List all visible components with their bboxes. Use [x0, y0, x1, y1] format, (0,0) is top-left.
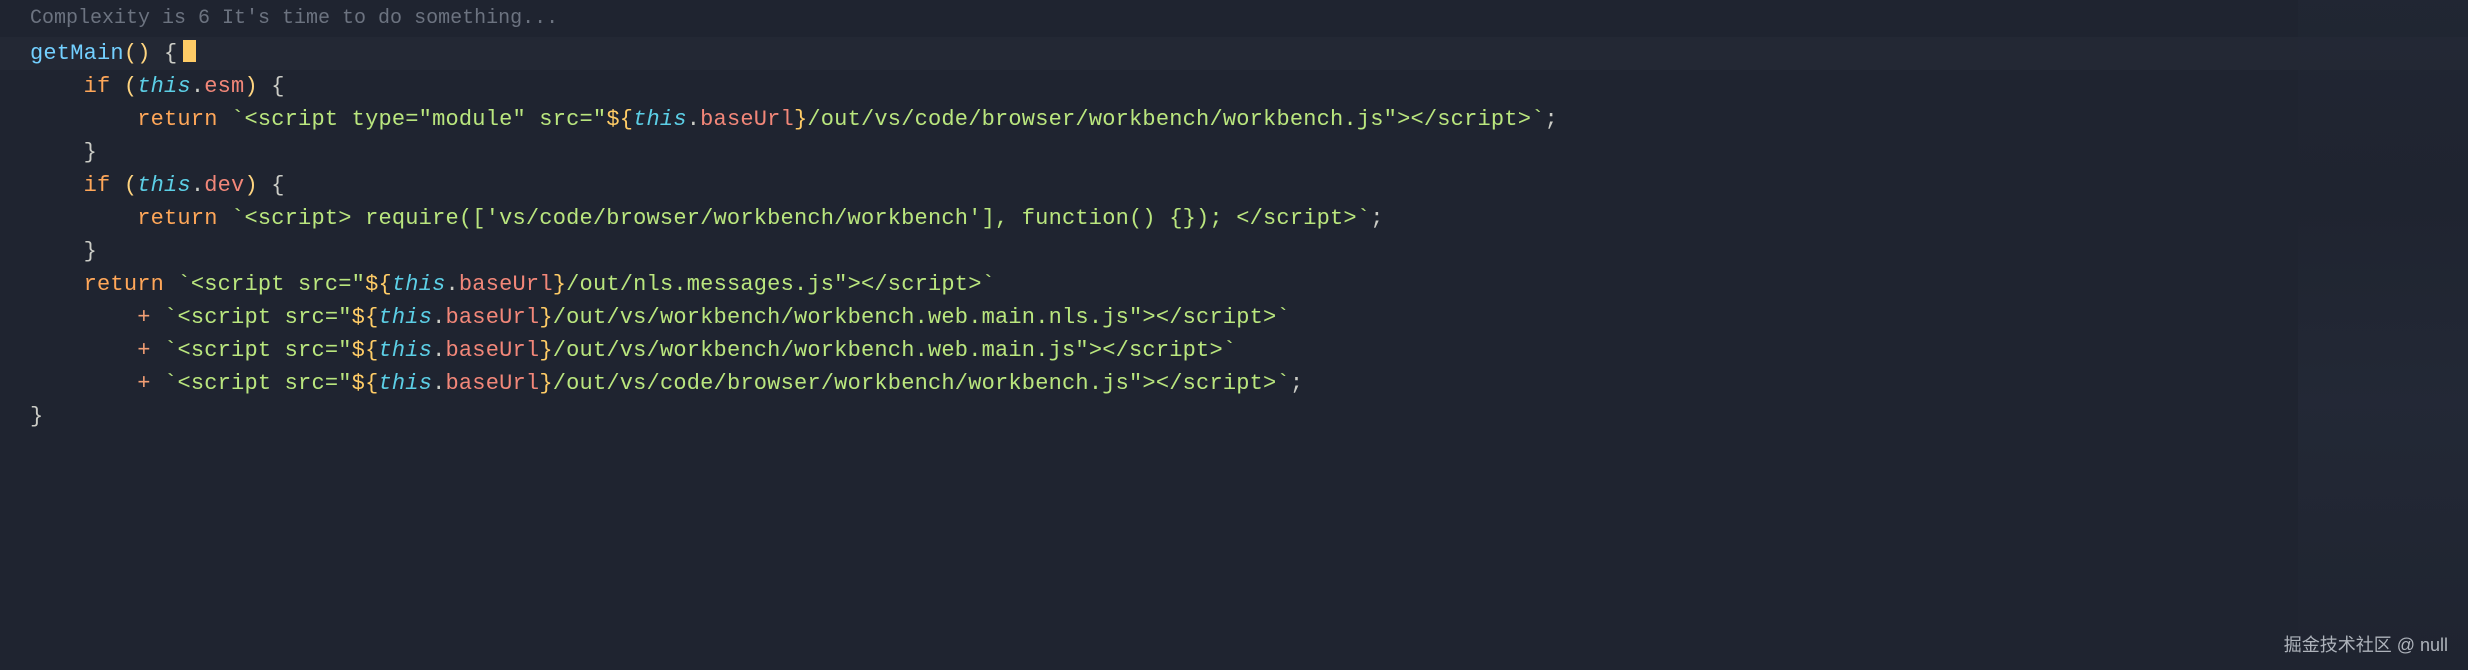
paren: ( — [124, 173, 137, 198]
paren: ( — [124, 74, 137, 99]
string-literal: /out/vs/code/browser/workbench/workbench… — [553, 371, 1277, 396]
complexity-hint: Complexity is 6 It's time to do somethin… — [0, 0, 2468, 37]
semicolon: ; — [1545, 107, 1558, 132]
dot: . — [432, 371, 445, 396]
this-keyword: this — [378, 338, 432, 363]
watermark: 掘金技术社区 @ null — [2284, 629, 2448, 662]
code-line[interactable]: + `<script src="${this.baseUrl}/out/vs/w… — [0, 334, 2468, 367]
code-line[interactable]: + `<script src="${this.baseUrl}/out/vs/w… — [0, 301, 2468, 334]
keyword-return: return — [137, 206, 217, 231]
this-keyword: this — [633, 107, 687, 132]
keyword-if: if — [84, 74, 111, 99]
code-line[interactable]: + `<script src="${this.baseUrl}/out/vs/c… — [0, 367, 2468, 400]
interp-open: ${ — [365, 272, 392, 297]
operator-plus: + — [137, 305, 150, 330]
property: esm — [204, 74, 244, 99]
code-line[interactable]: } — [0, 235, 2468, 268]
this-keyword: this — [392, 272, 446, 297]
semicolon: ; — [1370, 206, 1383, 231]
interp-close: } — [539, 338, 552, 363]
string-literal: <script src=" — [177, 305, 351, 330]
code-line[interactable]: getMain() { — [0, 37, 2468, 70]
operator-plus: + — [137, 371, 150, 396]
property: baseUrl — [446, 338, 540, 363]
string-literal: /out/vs/code/browser/workbench/workbench… — [807, 107, 1531, 132]
template-backtick: ` — [164, 338, 177, 363]
template-backtick: ` — [1531, 107, 1544, 132]
string-literal: <script src=" — [177, 371, 351, 396]
code-line[interactable]: return `<script> require(['vs/code/brows… — [0, 202, 2468, 235]
interp-open: ${ — [352, 305, 379, 330]
brace-open: { — [271, 74, 284, 99]
code-line[interactable]: } — [0, 136, 2468, 169]
template-backtick: ` — [231, 206, 244, 231]
this-keyword: this — [378, 305, 432, 330]
string-literal: /out/vs/workbench/workbench.web.main.nls… — [553, 305, 1277, 330]
dot: . — [432, 338, 445, 363]
paren: ) — [244, 173, 257, 198]
property: baseUrl — [446, 371, 540, 396]
dot: . — [191, 74, 204, 99]
interp-open: ${ — [606, 107, 633, 132]
template-backtick: ` — [1223, 338, 1236, 363]
string-literal: <script src=" — [177, 338, 351, 363]
code-line[interactable]: if (this.dev) { — [0, 169, 2468, 202]
keyword-return: return — [137, 107, 217, 132]
string-literal: <script type="module" src=" — [244, 107, 606, 132]
template-backtick: ` — [982, 272, 995, 297]
dot: . — [432, 305, 445, 330]
string-literal: /out/vs/workbench/workbench.web.main.js"… — [553, 338, 1223, 363]
string-literal: <script src=" — [191, 272, 365, 297]
code-line[interactable]: return `<script src="${this.baseUrl}/out… — [0, 268, 2468, 301]
interp-open: ${ — [352, 371, 379, 396]
property: baseUrl — [459, 272, 553, 297]
template-backtick: ` — [1357, 206, 1370, 231]
string-literal: <script> require(['vs/code/browser/workb… — [244, 206, 1356, 231]
interp-close: } — [539, 371, 552, 396]
this-keyword: this — [378, 371, 432, 396]
code-line[interactable]: } — [0, 400, 2468, 433]
brace-close: } — [84, 140, 97, 165]
this-keyword: this — [137, 74, 191, 99]
template-backtick: ` — [164, 305, 177, 330]
this-keyword: this — [137, 173, 191, 198]
property: baseUrl — [700, 107, 794, 132]
interp-close: } — [539, 305, 552, 330]
code-line[interactable]: return `<script type="module" src="${thi… — [0, 103, 2468, 136]
function-name: getMain — [30, 41, 124, 66]
paren: ) — [244, 74, 257, 99]
brace-open: { — [164, 41, 177, 66]
code-editor[interactable]: Complexity is 6 It's time to do somethin… — [0, 0, 2468, 670]
string-literal: /out/nls.messages.js"></script> — [566, 272, 981, 297]
operator-plus: + — [137, 338, 150, 363]
keyword-if: if — [84, 173, 111, 198]
brace-open: { — [271, 173, 284, 198]
dot: . — [446, 272, 459, 297]
cursor — [183, 40, 196, 62]
template-backtick: ` — [231, 107, 244, 132]
brace-close: } — [84, 239, 97, 264]
property: dev — [204, 173, 244, 198]
property: baseUrl — [446, 305, 540, 330]
dot: . — [191, 173, 204, 198]
template-backtick: ` — [1276, 305, 1289, 330]
parentheses: () — [124, 41, 151, 66]
dot: . — [687, 107, 700, 132]
template-backtick: ` — [177, 272, 190, 297]
code-line[interactable]: if (this.esm) { — [0, 70, 2468, 103]
keyword-return: return — [84, 272, 164, 297]
brace-close: } — [30, 404, 43, 429]
interp-open: ${ — [352, 338, 379, 363]
template-backtick: ` — [164, 371, 177, 396]
template-backtick: ` — [1276, 371, 1289, 396]
interp-close: } — [553, 272, 566, 297]
interp-close: } — [794, 107, 807, 132]
semicolon: ; — [1290, 371, 1303, 396]
